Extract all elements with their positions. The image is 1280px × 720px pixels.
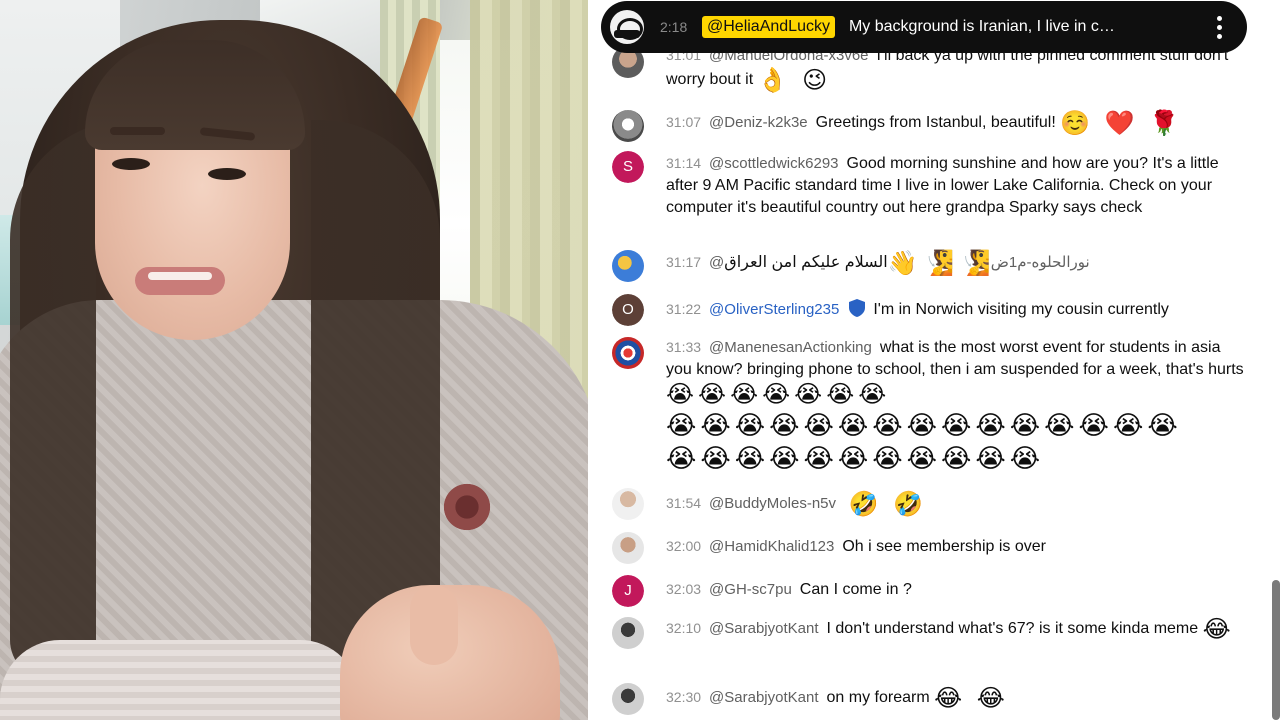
more-options-icon[interactable] <box>1217 15 1223 39</box>
pinned-time: 2:18 <box>660 19 688 35</box>
avatar[interactable] <box>612 110 644 142</box>
message-time: 31:33 <box>666 339 702 355</box>
message-text: Can I come in ? <box>799 581 912 598</box>
message-text: I don't understand what's 67? is it some… <box>826 620 1199 637</box>
message-emoji: 🧏 🧏 👋 <box>887 250 991 277</box>
avatar[interactable] <box>612 488 644 520</box>
message-author[interactable]: @SarabjyotKant <box>709 689 818 706</box>
message-time: 31:17 <box>666 254 702 270</box>
avatar[interactable]: S <box>612 151 644 183</box>
eye-right <box>208 168 246 180</box>
message-emoji: ☺️ ❤️ 🌹 <box>1060 110 1184 137</box>
message-time: 31:54 <box>666 495 702 511</box>
message-author[interactable]: @Deniz-k2k3e <box>709 114 808 131</box>
chat-scrollbar[interactable] <box>1272 580 1280 720</box>
message-time: 32:00 <box>666 538 702 554</box>
message-text: I'm in Norwich visiting my cousin curren… <box>873 301 1169 318</box>
message-text: Oh i see membership is over <box>842 538 1046 555</box>
message-text: السلام عليكم امن العراق <box>724 254 888 271</box>
message-emoji: 👌 😉 <box>757 67 832 94</box>
message-emoji: 😂 <box>1202 616 1235 643</box>
eye-left <box>112 158 150 170</box>
avatar[interactable] <box>612 250 644 282</box>
message-time: 31:22 <box>666 301 702 317</box>
message-author[interactable]: @BuddyMoles-n5v <box>709 495 836 512</box>
eyebrow-left <box>110 127 165 135</box>
message-emoji: 🤣 🤣 <box>848 491 927 518</box>
message-author[interactable]: @GH-sc7pu <box>709 581 792 598</box>
message-author[interactable]: @SarabjyotKant <box>709 620 818 637</box>
message-author[interactable]: @scottledwick6293 <box>709 155 838 172</box>
sweater-flower <box>440 480 494 534</box>
pinned-author-avatar <box>610 10 644 44</box>
avatar[interactable] <box>612 532 644 564</box>
message-emoji-line: 😭😭😭😭😭😭😭😭😭😭😭 <box>666 443 1045 473</box>
message-text: Greetings from Istanbul, beautiful! <box>815 114 1056 131</box>
message-time: 31:14 <box>666 155 702 171</box>
message-author[interactable]: @HamidKhalid123 <box>709 538 834 555</box>
live-video-frame[interactable] <box>0 0 588 720</box>
pinned-author[interactable]: @HeliaAndLucky <box>702 16 835 38</box>
message-author[interactable]: @OliverSterling235 <box>709 301 839 318</box>
message-time: 32:03 <box>666 581 702 597</box>
message-author[interactable]: @ManenesanActionking <box>709 339 872 356</box>
message-time: 31:07 <box>666 114 702 130</box>
pillow <box>0 640 360 720</box>
avatar-letter: J <box>612 575 644 607</box>
avatar-letter: O <box>612 294 644 326</box>
pinned-message-banner[interactable]: 2:18 @HeliaAndLucky My background is Ira… <box>601 1 1247 53</box>
thumb <box>410 585 458 665</box>
avatar-letter: S <box>612 151 644 183</box>
message-time: 32:30 <box>666 689 702 705</box>
avatar[interactable] <box>612 337 644 369</box>
avatar[interactable] <box>612 617 644 649</box>
avatar[interactable] <box>612 683 644 715</box>
pinned-text: My background is Iranian, I live in c… <box>848 18 1115 35</box>
message-emoji-line: 😭😭😭😭😭😭😭😭😭😭😭😭😭😭😭 <box>666 410 1182 440</box>
avatar[interactable]: J <box>612 575 644 607</box>
message-emoji: 😂 😂 <box>934 685 1009 712</box>
message-emoji: 😭😭😭😭😭😭😭 <box>666 381 891 408</box>
message-text: on my forearm <box>826 689 930 706</box>
teeth <box>148 272 212 280</box>
live-chat-panel: 2:18 @HeliaAndLucky My background is Ira… <box>588 0 1280 720</box>
avatar[interactable]: O <box>612 294 644 326</box>
message-time: 32:10 <box>666 620 702 636</box>
member-shield-icon <box>849 299 866 317</box>
